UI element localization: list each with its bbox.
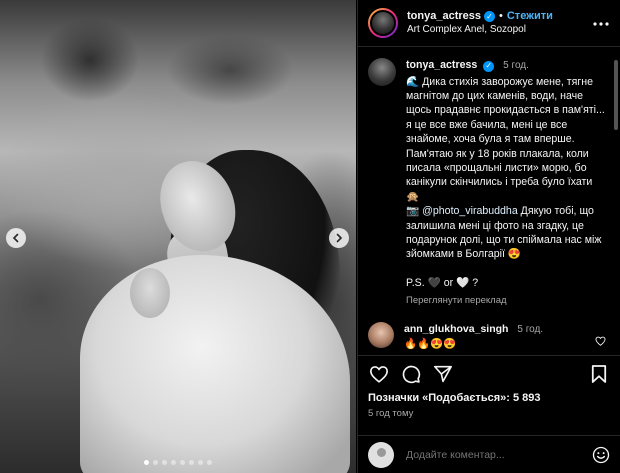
follow-button[interactable]: Стежити — [507, 10, 553, 24]
see-translation-link[interactable]: Переглянути переклад — [406, 295, 606, 308]
caption-text: 🌊 Дика стихія заворожує мене, тягне магн… — [406, 75, 606, 291]
comments-section[interactable]: tonya_actress ✓ 5 год. 🌊 Дика стихія зав… — [358, 48, 620, 354]
share-button[interactable] — [432, 363, 454, 385]
like-button[interactable] — [368, 363, 390, 385]
add-comment-bar — [358, 435, 620, 473]
likes-count[interactable]: Позначки «Подобається»: 5 893 — [368, 392, 610, 404]
comment-text: 🔥🔥😍😍 — [404, 337, 457, 350]
more-horizontal-icon — [593, 22, 609, 26]
comment-icon — [402, 365, 421, 384]
smiley-icon — [592, 446, 610, 463]
heart-icon — [595, 336, 606, 346]
current-user-avatar — [368, 441, 394, 468]
carousel-next-button[interactable] — [329, 228, 349, 248]
carousel-dot — [189, 460, 194, 465]
bookmark-icon — [591, 365, 607, 383]
add-comment-input[interactable] — [406, 448, 592, 461]
emoji-button[interactable] — [592, 446, 610, 464]
verified-badge-icon: ✓ — [484, 11, 495, 23]
chevron-right-icon — [336, 233, 343, 243]
carousel-dot — [144, 460, 149, 465]
photo-hand — [130, 268, 170, 318]
save-button[interactable] — [588, 363, 610, 385]
carousel-dot — [198, 460, 203, 465]
post-location[interactable]: Art Complex Anel, Sozopol — [407, 24, 553, 37]
caption-mention-link[interactable]: @photo_virabuddha — [422, 205, 518, 217]
carousel-dot — [207, 460, 212, 465]
carousel-dot — [153, 460, 158, 465]
commenter-username[interactable]: ann_glukhova_singh — [404, 323, 508, 335]
caption-text-part-1: 🌊 Дика стихія заворожує мене, тягне магн… — [406, 75, 605, 218]
comment-button[interactable] — [400, 363, 422, 385]
carousel-dot — [162, 460, 167, 465]
comment-time[interactable]: 5 год. — [517, 324, 543, 335]
post-timestamp[interactable]: 5 год тому — [368, 408, 610, 419]
verified-badge-icon: ✓ — [483, 60, 495, 72]
carousel-prev-button[interactable] — [6, 228, 26, 248]
heart-icon — [369, 366, 389, 383]
post-caption: tonya_actress ✓ 5 год. 🌊 Дика стихія зав… — [368, 58, 606, 308]
commenter-avatar[interactable] — [368, 321, 394, 348]
caption-username[interactable]: tonya_actress — [406, 59, 477, 71]
comment-like-button[interactable] — [595, 336, 606, 349]
caption-text-part-2: Дякую тобі, що залишила мені ці фото на … — [406, 205, 602, 290]
chevron-left-icon — [12, 233, 19, 243]
send-icon — [434, 365, 452, 383]
more-options-button[interactable] — [592, 14, 610, 32]
carousel-dot — [171, 460, 176, 465]
header-separator: • — [499, 9, 503, 22]
post-side-panel: tonya_actress ✓ • Стежити Art Complex An… — [357, 0, 620, 473]
carousel-dot — [180, 460, 185, 465]
post-header: tonya_actress ✓ • Стежити Art Complex An… — [358, 0, 620, 47]
carousel-indicator — [0, 460, 356, 465]
comments-scrollbar[interactable] — [614, 60, 618, 340]
caption-author-avatar[interactable] — [368, 58, 396, 86]
caption-time[interactable]: 5 год. — [503, 60, 529, 71]
author-avatar[interactable] — [368, 8, 398, 38]
post-actions: Позначки «Подобається»: 5 893 5 год тому — [358, 355, 620, 419]
post-photo[interactable] — [0, 0, 356, 473]
author-username[interactable]: tonya_actress — [407, 10, 481, 24]
comment-item: ann_glukhova_singh 5 год. 🔥🔥😍😍 — [368, 321, 606, 352]
